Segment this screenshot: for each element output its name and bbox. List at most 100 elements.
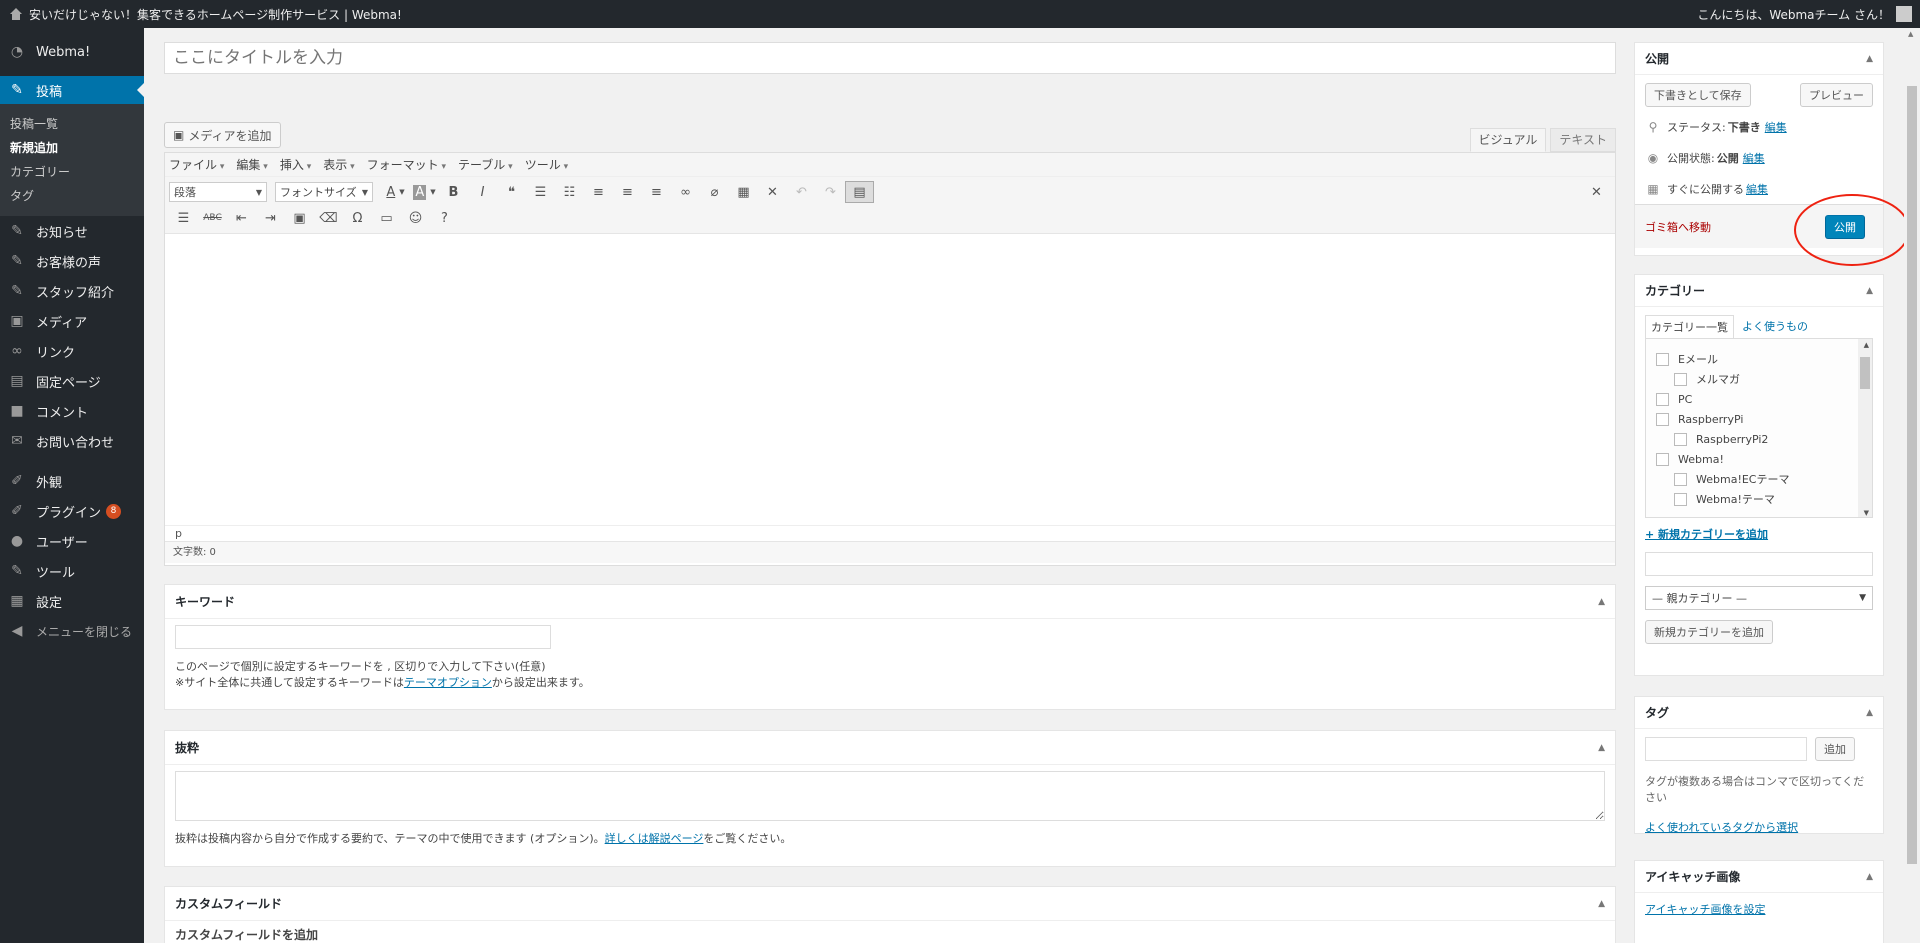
collapse-arrow-icon[interactable]: ▲ bbox=[1598, 597, 1605, 607]
category-item[interactable]: Webma!テーマ bbox=[1646, 489, 1872, 509]
strikethrough-icon[interactable]: ABC bbox=[198, 207, 227, 229]
collapse-arrow-icon[interactable]: ▲ bbox=[1598, 743, 1605, 753]
home-icon[interactable] bbox=[9, 8, 23, 20]
category-item[interactable]: メルマガ bbox=[1646, 369, 1872, 389]
collapse-arrow-icon[interactable]: ▲ bbox=[1866, 872, 1873, 882]
sidebar-item-links[interactable]: ∞ リンク bbox=[0, 336, 144, 366]
avatar[interactable] bbox=[1896, 6, 1912, 22]
howdy-text[interactable]: こんにちは、Webmaチーム さん！ bbox=[1697, 6, 1890, 23]
sidebar-item-webma[interactable]: ◔ Webma! bbox=[0, 28, 144, 76]
menu-format[interactable]: フォーマット bbox=[367, 156, 446, 173]
read-more-icon[interactable]: ▭ bbox=[372, 207, 401, 229]
category-item[interactable]: PC bbox=[1646, 389, 1872, 409]
excerpt-box-header[interactable]: 抜粋 ▲ bbox=[165, 731, 1615, 765]
sidebar-item-voices[interactable]: ✎ お客様の声 bbox=[0, 246, 144, 276]
checkbox[interactable] bbox=[1656, 352, 1669, 366]
keyword-input[interactable] bbox=[175, 625, 551, 649]
horizontal-line-icon[interactable]: ☰ bbox=[169, 207, 198, 229]
preview-button[interactable]: プレビュー bbox=[1800, 83, 1873, 107]
undo-icon[interactable]: ↶ bbox=[787, 181, 816, 203]
page-scrollbar[interactable]: ▲ bbox=[1904, 28, 1920, 943]
align-left-icon[interactable]: ≡ bbox=[584, 181, 613, 203]
sidebar-item-news[interactable]: ✎ お知らせ bbox=[0, 216, 144, 246]
paste-text-icon[interactable]: ▣ bbox=[285, 207, 314, 229]
indent-icon[interactable]: ⇥ bbox=[256, 207, 285, 229]
checkbox[interactable] bbox=[1656, 392, 1669, 406]
fullscreen-icon[interactable]: ✕ bbox=[758, 181, 787, 203]
submenu-all-posts[interactable]: 投稿一覧 bbox=[0, 112, 144, 136]
sidebar-item-staff[interactable]: ✎ スタッフ紹介 bbox=[0, 276, 144, 306]
background-color-icon[interactable]: A ▼ bbox=[410, 181, 439, 203]
new-category-input[interactable] bbox=[1645, 552, 1873, 576]
tag-input[interactable] bbox=[1645, 737, 1807, 761]
format-select[interactable]: 段落 ▼ bbox=[169, 182, 267, 202]
submenu-categories[interactable]: カテゴリー bbox=[0, 160, 144, 184]
text-color-icon[interactable]: A ▼ bbox=[381, 181, 410, 203]
categories-box-header[interactable]: カテゴリー ▲ bbox=[1635, 275, 1883, 307]
redo-icon[interactable]: ↷ bbox=[816, 181, 845, 203]
collapse-menu-button[interactable]: ◀ メニューを閉じる bbox=[0, 616, 144, 646]
save-draft-button[interactable]: 下書きとして保存 bbox=[1645, 83, 1751, 107]
sidebar-item-contact[interactable]: ✉ お問い合わせ bbox=[0, 426, 144, 456]
collapse-arrow-icon[interactable]: ▲ bbox=[1598, 899, 1605, 909]
category-item[interactable]: Webma! bbox=[1646, 449, 1872, 469]
align-center-icon[interactable]: ≡ bbox=[613, 181, 642, 203]
scroll-up-icon[interactable]: ▲ bbox=[1908, 30, 1913, 38]
excerpt-help-link[interactable]: 詳しくは解説ページ bbox=[605, 832, 704, 845]
checkbox[interactable] bbox=[1674, 432, 1687, 446]
move-to-trash-link[interactable]: ゴミ箱へ移動 bbox=[1645, 219, 1711, 235]
bullet-list-icon[interactable]: ☰ bbox=[526, 181, 555, 203]
link-icon[interactable]: ∞ bbox=[671, 181, 700, 203]
sidebar-item-posts[interactable]: ✎ 投稿 bbox=[0, 76, 144, 104]
add-new-category-link[interactable]: + 新規カテゴリーを追加 bbox=[1645, 526, 1873, 542]
post-title-input[interactable] bbox=[164, 42, 1616, 74]
category-item[interactable]: Eメール bbox=[1646, 349, 1872, 369]
featured-image-header[interactable]: アイキャッチ画像 ▲ bbox=[1635, 861, 1883, 893]
scroll-down-icon[interactable]: ▼ bbox=[1864, 509, 1869, 517]
collapse-arrow-icon[interactable]: ▲ bbox=[1866, 54, 1873, 64]
clear-formatting-icon[interactable]: ⌫ bbox=[314, 207, 343, 229]
category-item[interactable]: Webma!ECテーマ bbox=[1646, 469, 1872, 489]
edit-schedule-link[interactable]: 編集 bbox=[1746, 181, 1768, 197]
scroll-up-icon[interactable]: ▲ bbox=[1864, 341, 1869, 349]
tab-text[interactable]: テキスト bbox=[1550, 128, 1616, 152]
menu-view[interactable]: 表示 bbox=[323, 156, 354, 173]
menu-tools[interactable]: ツール bbox=[525, 156, 568, 173]
sidebar-item-users[interactable]: ● ユーザー bbox=[0, 526, 144, 556]
custom-fields-header[interactable]: カスタムフィールド ▲ bbox=[165, 887, 1615, 921]
menu-file[interactable]: ファイル bbox=[169, 156, 224, 173]
category-scrollbar[interactable]: ▲ ▼ bbox=[1858, 339, 1872, 517]
sidebar-item-settings[interactable]: ▦ 設定 bbox=[0, 586, 144, 616]
checkbox[interactable] bbox=[1656, 412, 1669, 426]
add-media-button[interactable]: ▣ メディアを追加 bbox=[164, 122, 281, 148]
checkbox[interactable] bbox=[1674, 492, 1687, 506]
excerpt-textarea[interactable] bbox=[175, 771, 1605, 821]
site-title-link[interactable]: 安いだけじゃない！集客できるホームページ制作サービス | Webma! bbox=[29, 6, 1697, 23]
numbered-list-icon[interactable]: ☷ bbox=[555, 181, 584, 203]
checkbox[interactable] bbox=[1656, 452, 1669, 466]
distraction-free-icon[interactable]: ✕ bbox=[1582, 181, 1611, 203]
tab-most-used[interactable]: よく使うもの bbox=[1734, 315, 1816, 338]
popular-tags-link[interactable]: よく使われているタグから選択 bbox=[1645, 821, 1798, 834]
scroll-thumb[interactable] bbox=[1860, 357, 1870, 389]
sidebar-item-tools[interactable]: ✎ ツール bbox=[0, 556, 144, 586]
tab-visual[interactable]: ビジュアル bbox=[1469, 128, 1547, 152]
menu-edit[interactable]: 編集 bbox=[236, 156, 267, 173]
align-right-icon[interactable]: ≡ bbox=[642, 181, 671, 203]
help-icon[interactable]: ? bbox=[430, 207, 459, 229]
sidebar-item-plugins[interactable]: ✐ プラグイン 8 bbox=[0, 496, 144, 526]
collapse-arrow-icon[interactable]: ▲ bbox=[1866, 286, 1873, 296]
tab-all-categories[interactable]: カテゴリー一覧 bbox=[1645, 315, 1734, 338]
fontsize-select[interactable]: フォントサイズ ▼ bbox=[275, 182, 373, 202]
table-icon[interactable]: ▦ bbox=[729, 181, 758, 203]
collapse-arrow-icon[interactable]: ▲ bbox=[1866, 708, 1873, 718]
tags-box-header[interactable]: タグ ▲ bbox=[1635, 697, 1883, 729]
add-tag-button[interactable]: 追加 bbox=[1815, 737, 1855, 761]
edit-status-link[interactable]: 編集 bbox=[1765, 119, 1787, 135]
submenu-tags[interactable]: タグ bbox=[0, 184, 144, 208]
editor-content-area[interactable] bbox=[165, 233, 1615, 525]
keyword-box-header[interactable]: キーワード ▲ bbox=[165, 585, 1615, 619]
sidebar-item-appearance[interactable]: ✐ 外観 bbox=[0, 466, 144, 496]
edit-visibility-link[interactable]: 編集 bbox=[1743, 150, 1765, 166]
submenu-add-new[interactable]: 新規追加 bbox=[0, 136, 144, 160]
